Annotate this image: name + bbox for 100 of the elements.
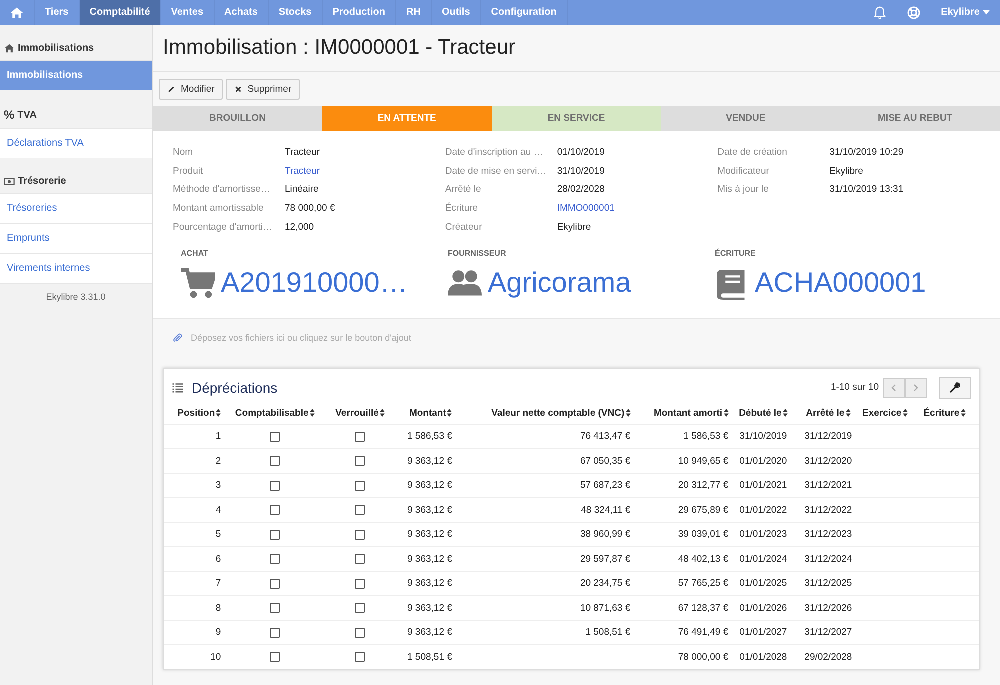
date-cell: 31/12/2020 [796, 448, 861, 474]
nav-tab[interactable]: Comptabilité [80, 0, 162, 25]
field-value: Tracteur [285, 146, 320, 158]
sidebar-item[interactable]: Immobilisations [0, 60, 152, 90]
checkbox[interactable] [270, 578, 280, 589]
checkbox[interactable] [270, 456, 280, 466]
column-header[interactable]: Montant amorti [654, 408, 729, 419]
field-link[interactable]: IMMO000001 [557, 203, 615, 214]
checkbox[interactable] [355, 480, 366, 491]
amount-cell: 1 586,53 € [393, 424, 454, 449]
column-header[interactable]: Montant [409, 408, 452, 419]
column-header[interactable]: Verrouillé [336, 408, 385, 419]
checkbox[interactable] [355, 456, 366, 466]
checkbox[interactable] [355, 603, 366, 614]
date-cell: 01/01/2027 [730, 620, 796, 645]
vnc-cell: 67 050,35 € [454, 448, 633, 474]
action-button[interactable]: Supprimer [226, 79, 300, 100]
position-cell: 1 [164, 424, 224, 449]
sort-icon [782, 409, 788, 418]
column-header[interactable]: Valeur nette comptable (VNC) [492, 408, 631, 419]
link-heading: ÉCRITURE [715, 248, 757, 258]
date-cell: 01/01/2024 [730, 546, 796, 572]
chevron-right-icon [912, 382, 920, 393]
sidebar-item[interactable]: Emprunts [0, 223, 152, 253]
checkbox[interactable] [270, 432, 280, 442]
record-link[interactable]: Agricorama [488, 266, 632, 299]
checkbox[interactable] [355, 652, 366, 662]
sidebar-item[interactable]: Virements internes [0, 253, 152, 283]
column-header[interactable]: Débuté le [739, 408, 788, 419]
checkbox[interactable] [270, 603, 280, 614]
date-cell: 31/12/2019 [796, 424, 861, 449]
checkbox[interactable] [270, 505, 280, 516]
checkbox[interactable] [355, 505, 366, 516]
sidebar-item[interactable]: Trésoreries [0, 193, 152, 223]
checkbox[interactable] [270, 530, 280, 540]
checkbox[interactable] [270, 652, 280, 662]
caret-icon [983, 10, 990, 15]
column-header[interactable]: Comptabilisable [235, 408, 315, 419]
record-link[interactable]: ACHA000001 [755, 266, 926, 299]
panel-title: Dépréciations [192, 380, 278, 396]
checkbox[interactable] [355, 628, 366, 638]
checkbox[interactable] [355, 432, 366, 442]
date-cell: 31/12/2026 [796, 596, 861, 620]
field-label: Arrêté le [445, 184, 482, 196]
vnc-cell: 20 234,75 € [454, 571, 633, 596]
sort-icon [902, 409, 908, 418]
record-link[interactable]: A201910000… [221, 266, 408, 299]
position-cell: 9 [164, 620, 224, 645]
lifebuoy-icon[interactable] [907, 6, 922, 20]
field-label: Date d'inscription au … [445, 146, 544, 158]
amount-cell: 57 765,25 € [632, 571, 731, 596]
home-icon [4, 43, 15, 54]
date-cell: 01/01/2021 [730, 473, 796, 498]
amount-cell: 20 312,77 € [632, 473, 731, 498]
checkbox[interactable] [355, 578, 366, 589]
checkbox[interactable] [355, 530, 366, 540]
wrench-icon [949, 382, 961, 394]
amount-cell: 9 363,12 € [393, 498, 454, 522]
version-label: Ekylibre 3.31.0 [0, 283, 152, 310]
amount-cell: 48 402,13 € [632, 546, 731, 572]
sort-icon [724, 409, 729, 418]
status-step: EN ATTENTE [322, 106, 492, 131]
status-step: BROUILLON [153, 106, 322, 131]
link-heading: ACHAT [181, 248, 210, 258]
date-cell: 31/10/2019 [730, 424, 796, 449]
position-cell: 6 [164, 546, 224, 572]
field-value: Ekylibre [830, 166, 864, 177]
amount-cell: 29 675,89 € [632, 498, 731, 522]
pagination-label: 1-10 sur 10 [830, 382, 879, 394]
date-cell: 01/01/2020 [730, 448, 796, 474]
section-heading: Immobilisations [18, 43, 94, 54]
field-value: 31/10/2019 10:29 [830, 146, 904, 158]
column-header[interactable]: Écriture [924, 408, 966, 419]
field-link[interactable]: Tracteur [285, 166, 320, 177]
amount-cell: 78 000,00 € [632, 644, 731, 669]
action-button[interactable]: Modifier [159, 79, 223, 100]
vnc-cell: 38 960,99 € [454, 522, 633, 547]
banknote-icon [4, 176, 15, 187]
bell-icon[interactable] [873, 6, 888, 20]
checkbox[interactable] [270, 480, 280, 491]
amount-cell: 10 949,65 € [632, 448, 731, 474]
field-label: Date de création [718, 146, 788, 158]
field-label: Montant amortissable [173, 203, 265, 214]
home-icon [10, 6, 24, 20]
amount-cell: 39 039,01 € [632, 522, 731, 547]
checkbox[interactable] [270, 554, 280, 564]
position-cell: 10 [164, 644, 224, 669]
section-heading: Trésorerie [18, 176, 66, 187]
column-header[interactable]: Arrêté le [806, 408, 851, 419]
field-value: Linéaire [285, 184, 319, 196]
column-header[interactable]: Exercice [862, 408, 908, 419]
sidebar-item[interactable]: Déclarations TVA [0, 128, 152, 158]
user-menu[interactable]: Ekylibre [931, 0, 1000, 25]
position-cell: 7 [164, 571, 224, 596]
checkbox[interactable] [270, 628, 280, 638]
column-header[interactable]: Position [178, 408, 222, 419]
checkbox[interactable] [355, 554, 366, 564]
date-cell: 29/02/2028 [796, 644, 861, 669]
date-cell: 01/01/2028 [730, 644, 796, 669]
settings-button[interactable] [939, 376, 971, 399]
